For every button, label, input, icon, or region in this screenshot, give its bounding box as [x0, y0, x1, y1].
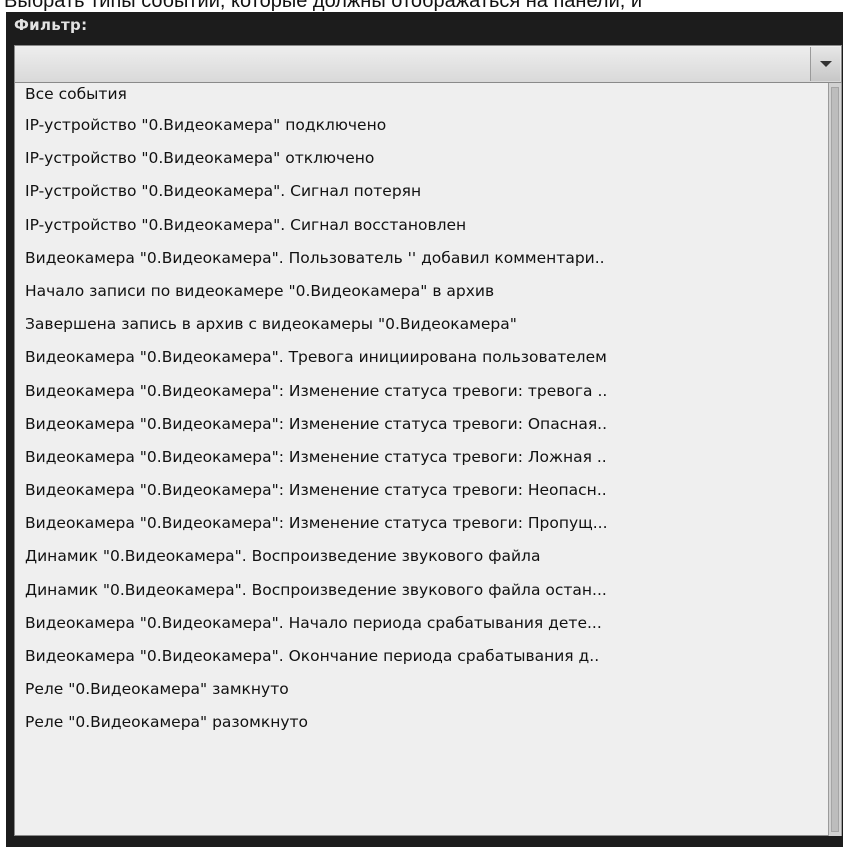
list-item[interactable]: IP-устройство "0.Видеокамера". Сигнал по…	[15, 175, 825, 208]
list-item[interactable]: IP-устройство "0.Видеокамера". Сигнал во…	[15, 209, 825, 242]
list-item[interactable]: Видеокамера "0.Видеокамера": Изменение с…	[15, 375, 825, 408]
list-item[interactable]: IP-устройство "0.Видеокамера" отключено	[15, 142, 825, 175]
list-item[interactable]: Видеокамера "0.Видеокамера". Начало пери…	[15, 607, 825, 640]
list-item[interactable]: Видеокамера "0.Видеокамера": Изменение с…	[15, 408, 825, 441]
list-scrollbar[interactable]	[828, 83, 842, 836]
event-dropdown-list: Все события IP-устройство "0.Видеокамера…	[14, 83, 828, 836]
list-item[interactable]: Видеокамера "0.Видеокамера": Изменение с…	[15, 507, 825, 540]
list-item-all-events[interactable]: Все события	[15, 83, 825, 109]
list-item[interactable]: Видеокамера "0.Видеокамера": Изменение с…	[15, 474, 825, 507]
list-item[interactable]: Начало записи по видеокамере "0.Видеокам…	[15, 275, 825, 308]
list-item[interactable]: Видеокамера "0.Видеокамера". Пользовател…	[15, 242, 825, 275]
list-item[interactable]: Динамик "0.Видеокамера". Воспроизведение…	[15, 574, 825, 607]
list-item[interactable]: Видеокамера "0.Видеокамера": Изменение с…	[15, 441, 825, 474]
list-item[interactable]: IP-устройство "0.Видеокамера" подключено	[15, 109, 825, 142]
list-item[interactable]: Видеокамера "0.Видеокамера". Тревога ини…	[15, 341, 825, 374]
list-item[interactable]: Видеокамера "0.Видеокамера". Окончание п…	[15, 640, 825, 673]
scrollbar-thumb[interactable]	[831, 87, 839, 832]
chevron-down-icon	[820, 61, 832, 67]
filter-label: Фильтр:	[14, 16, 88, 34]
list-item[interactable]: Динамик "0.Видеокамера". Воспроизведение…	[15, 540, 825, 573]
list-item[interactable]: Завершена запись в архив с видеокамеры "…	[15, 308, 825, 341]
filter-combobox[interactable]	[14, 45, 842, 83]
list-item[interactable]: Реле "0.Видеокамера" разомкнуто	[15, 706, 825, 739]
list-item[interactable]: Реле "0.Видеокамера" замкнуто	[15, 673, 825, 706]
dropdown-button[interactable]	[810, 47, 840, 81]
